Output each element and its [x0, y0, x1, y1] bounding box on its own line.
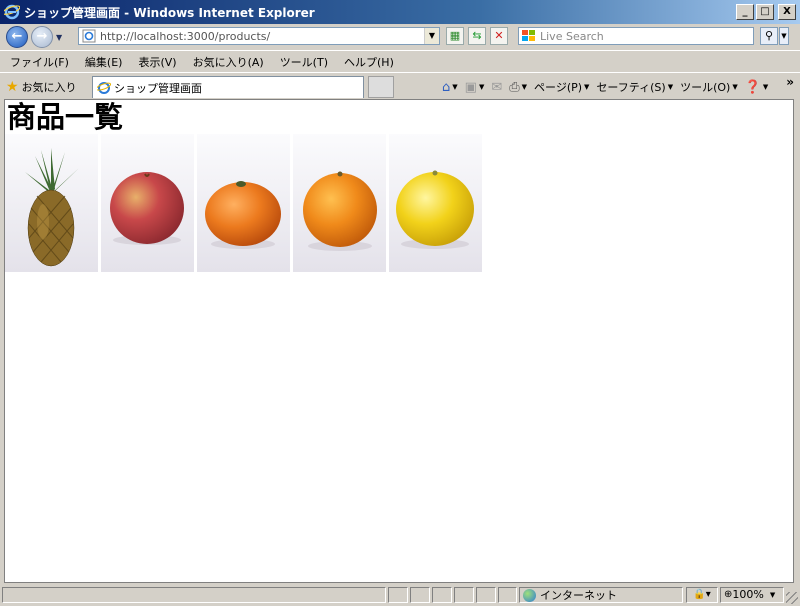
stop-icon[interactable]: ✕ — [490, 27, 508, 45]
page-icon — [82, 29, 96, 43]
tab-label: ショップ管理画面 — [114, 81, 202, 95]
feeds-button[interactable]: ▣ ▼ — [465, 80, 485, 95]
ie-page-icon — [97, 81, 111, 94]
command-bar: ⌂ ▼ ▣ ▼ ✉ ⎙ ▼ ページ(P) ▼ セーフティ(S) ▼ ツール(O) ▼ ❓ ▼ — [442, 79, 775, 95]
status-bar: インターネット 🔒▾ ⊕ 100% ▼ — [0, 584, 800, 606]
tangerine-image — [197, 134, 290, 272]
favorites-bar: ★ お気に入り ショップ管理画面 ⌂ ▼ ▣ ▼ ✉ ⎙ ▼ ページ(P) ▼ セーフテ… — [0, 72, 800, 100]
resize-grip-icon[interactable] — [786, 592, 798, 604]
status-panel — [454, 587, 474, 603]
menu-favorites[interactable]: お気に入り(A) — [187, 54, 270, 70]
print-button[interactable]: ⎙ ▼ — [509, 80, 527, 95]
ie-logo-icon — [4, 4, 20, 20]
protected-mode-icon[interactable]: 🔒▾ — [686, 587, 718, 603]
page-menu[interactable]: ページ(P) ▼ — [534, 79, 589, 95]
product-image-apple[interactable] — [101, 134, 194, 272]
new-tab-button[interactable] — [368, 76, 394, 98]
zone-label: インターネット — [540, 589, 617, 602]
title-bar: ショップ管理画面 - Windows Internet Explorer _ □… — [0, 0, 800, 24]
tools-menu[interactable]: ツール(O) ▼ — [680, 79, 738, 95]
orange-image — [293, 134, 386, 272]
safety-menu-label: セーフティ(S) — [596, 81, 666, 94]
zoom-dropdown-icon: ▼ — [769, 591, 776, 599]
product-image-orange[interactable] — [293, 134, 386, 272]
search-box[interactable]: Live Search — [518, 27, 754, 45]
help-button[interactable]: ❓ ▼ — [745, 80, 769, 95]
menu-edit[interactable]: 編集(E) — [79, 54, 129, 70]
history-dropdown-icon[interactable]: ▼ — [56, 33, 62, 42]
zoom-control[interactable]: ⊕ 100% ▼ — [720, 587, 784, 603]
address-dropdown-icon[interactable]: ▼ — [424, 28, 439, 44]
status-text-panel — [2, 587, 386, 603]
status-panel — [476, 587, 496, 603]
home-button[interactable]: ⌂ ▼ — [442, 80, 458, 95]
help-icon: ❓ — [744, 79, 761, 95]
page-menu-label: ページ(P) — [534, 81, 583, 94]
grapefruit-image — [389, 134, 482, 272]
safety-menu[interactable]: セーフティ(S) ▼ — [596, 79, 673, 95]
menu-view[interactable]: 表示(V) — [132, 54, 182, 70]
status-panel — [432, 587, 452, 603]
product-image-pineapple[interactable] — [5, 134, 98, 272]
zoom-level: 100% — [732, 588, 764, 601]
star-icon: ★ — [6, 78, 19, 95]
page-heading: 商品一覧 — [7, 100, 124, 134]
live-search-icon — [522, 30, 535, 41]
back-button[interactable]: ← — [6, 26, 28, 48]
search-placeholder: Live Search — [540, 29, 604, 43]
more-commands-icon[interactable]: » — [786, 75, 794, 89]
favorites-button[interactable]: ★ お気に入り — [6, 79, 84, 95]
apple-image — [101, 134, 194, 272]
globe-icon — [523, 588, 536, 602]
product-image-grapefruit[interactable] — [389, 134, 482, 272]
menu-bar: ファイル(F) 編集(E) 表示(V) お気に入り(A) ツール(T) ヘルプ(… — [0, 50, 800, 72]
address-bar[interactable]: http://localhost:3000/products/ ▼ — [78, 27, 440, 45]
navigation-bar: ← → ▼ http://localhost:3000/products/ ▼ … — [0, 24, 800, 50]
refresh-icon[interactable]: ⇆ — [468, 27, 486, 45]
favorites-label: お気に入り — [21, 80, 77, 94]
status-panel — [410, 587, 430, 603]
page-content: 商品一覧 — [4, 99, 794, 583]
search-options-dropdown-icon[interactable]: ▼ — [779, 27, 789, 45]
pineapple-image — [5, 134, 98, 272]
maximize-button[interactable]: □ — [756, 4, 774, 20]
status-panel — [498, 587, 517, 603]
search-button-icon[interactable]: ⚲ — [760, 27, 778, 45]
forward-button[interactable]: → — [31, 26, 53, 48]
close-button[interactable]: X — [778, 4, 796, 20]
menu-help[interactable]: ヘルプ(H) — [338, 54, 400, 70]
window-title: ショップ管理画面 - Windows Internet Explorer — [24, 5, 315, 20]
product-list — [5, 134, 482, 272]
menu-file[interactable]: ファイル(F) — [4, 54, 75, 70]
mail-icon: ✉ — [491, 79, 503, 95]
mail-button[interactable]: ✉ — [491, 80, 502, 95]
tab-shop-admin[interactable]: ショップ管理画面 — [92, 76, 364, 98]
zoom-icon: ⊕ — [724, 589, 733, 600]
home-icon: ⌂ — [442, 79, 451, 95]
status-panel — [388, 587, 408, 603]
minimize-button[interactable]: _ — [736, 4, 754, 20]
url-text[interactable]: http://localhost:3000/products/ — [100, 30, 424, 43]
compatibility-icon[interactable]: ▦ — [446, 27, 464, 45]
menu-tools[interactable]: ツール(T) — [274, 54, 334, 70]
rss-feed-icon: ▣ — [464, 79, 477, 95]
printer-icon: ⎙ — [509, 79, 520, 95]
product-image-tangerine[interactable] — [197, 134, 290, 272]
tools-menu-label: ツール(O) — [680, 81, 731, 94]
security-zone[interactable]: インターネット — [519, 587, 683, 603]
